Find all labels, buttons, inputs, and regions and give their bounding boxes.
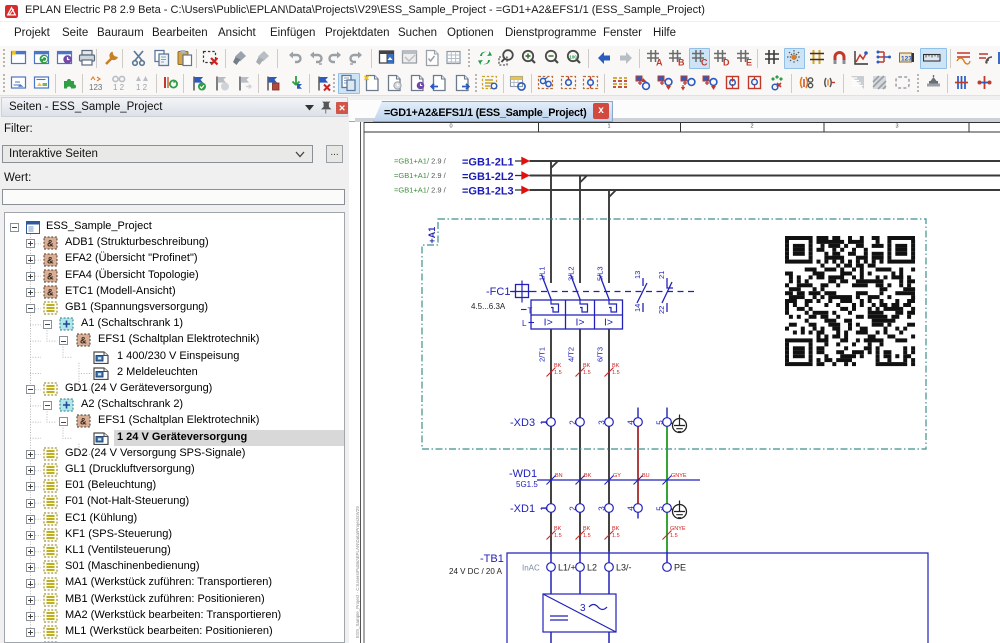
svg-text:I>: I> <box>575 317 584 329</box>
svg-text:1.5: 1.5 <box>554 370 562 376</box>
svg-text:1.5: 1.5 <box>670 533 678 539</box>
svg-text:=GB1-2L1: =GB1-2L1 <box>462 157 514 169</box>
svg-text:1.5: 1.5 <box>612 370 620 376</box>
svg-text:BK: BK <box>583 526 591 532</box>
svg-text:1.5: 1.5 <box>554 533 562 539</box>
svg-text:&: & <box>80 336 87 346</box>
svg-text:+A1: +A1 <box>427 227 437 244</box>
svg-text:100: 100 <box>569 55 577 60</box>
svg-text:L: L <box>522 319 527 328</box>
svg-text:BK: BK <box>612 363 620 369</box>
svg-text:1: 1 <box>540 420 549 425</box>
svg-text:4: 4 <box>627 420 636 425</box>
svg-text:14: 14 <box>633 304 642 312</box>
svg-text:5/L3: 5/L3 <box>596 266 605 281</box>
svg-text:&: & <box>47 272 54 282</box>
svg-text:B: B <box>678 58 685 68</box>
svg-text:L2: L2 <box>587 563 597 573</box>
svg-text:BK: BK <box>554 363 562 369</box>
svg-text:GNYE: GNYE <box>670 526 686 532</box>
svg-text:T: T <box>528 307 533 316</box>
svg-text:21: 21 <box>657 271 666 279</box>
svg-text:=GB1-2L2: =GB1-2L2 <box>462 171 514 183</box>
svg-text:BU: BU <box>642 473 650 479</box>
svg-text:1 2: 1 2 <box>136 83 148 92</box>
svg-text:1: 1 <box>540 506 549 511</box>
svg-text:E: E <box>746 58 752 68</box>
svg-text:PE: PE <box>674 563 686 573</box>
svg-text:GNYE: GNYE <box>671 473 687 479</box>
svg-text:A: A <box>656 58 663 68</box>
svg-text:1 2: 1 2 <box>113 83 125 92</box>
svg-text:3/L2: 3/L2 <box>567 266 576 281</box>
svg-text:5G1.5: 5G1.5 <box>516 480 538 489</box>
svg-text:2/T1: 2/T1 <box>538 347 547 362</box>
svg-text:-FC1: -FC1 <box>486 286 510 298</box>
svg-text:-WD1: -WD1 <box>509 468 537 480</box>
svg-text:4: 4 <box>627 506 636 511</box>
svg-text:BK: BK <box>612 526 620 532</box>
svg-text:4.5...6.3A: 4.5...6.3A <box>471 302 506 311</box>
svg-text:-TB1: -TB1 <box>480 553 504 565</box>
svg-text:2: 2 <box>569 420 578 425</box>
svg-text:=GB1+A1/ 2.9 /: =GB1+A1/ 2.9 / <box>394 186 447 195</box>
svg-text:1: 1 <box>607 124 610 130</box>
svg-text:3: 3 <box>598 420 607 425</box>
svg-text:BK: BK <box>584 473 592 479</box>
svg-text:2: 2 <box>750 124 753 130</box>
svg-text:3: 3 <box>895 124 898 130</box>
svg-text:&: & <box>47 239 54 249</box>
svg-text:4/T2: 4/T2 <box>567 347 576 362</box>
svg-text:&: & <box>80 417 87 427</box>
svg-text:-XD3: -XD3 <box>510 417 535 429</box>
svg-text:-XD1: -XD1 <box>510 503 535 515</box>
svg-text:1/L1: 1/L1 <box>538 266 547 281</box>
svg-text:I>: I> <box>604 317 613 329</box>
svg-text:1.5: 1.5 <box>583 370 591 376</box>
svg-text:22: 22 <box>657 306 666 314</box>
svg-text:D: D <box>723 58 730 68</box>
svg-text:=GB1+A1/ 2.9 /: =GB1+A1/ 2.9 / <box>394 171 447 180</box>
svg-text:1.5: 1.5 <box>612 533 620 539</box>
svg-text:2: 2 <box>569 506 578 511</box>
svg-text:BK: BK <box>583 363 591 369</box>
svg-text:123: 123 <box>89 83 103 92</box>
svg-text:24 V DC / 20 A: 24 V DC / 20 A <box>449 567 503 576</box>
svg-text:3: 3 <box>580 603 586 614</box>
svg-text:L1/+: L1/+ <box>558 563 576 573</box>
svg-text:L3/-: L3/- <box>616 563 632 573</box>
svg-text:1.5: 1.5 <box>583 533 591 539</box>
svg-text:&: & <box>47 256 54 266</box>
svg-text:5: 5 <box>656 506 665 511</box>
svg-text:=GB1-2L3: =GB1-2L3 <box>462 186 514 198</box>
svg-text:5: 5 <box>656 420 665 425</box>
svg-text:C: C <box>701 58 708 68</box>
svg-text:13: 13 <box>633 271 642 279</box>
svg-text:I>: I> <box>544 317 553 329</box>
svg-text:&: & <box>47 288 54 298</box>
svg-text:ESS_Sample_Project - C:\Users\: ESS_Sample_Project - C:\Users\Public\EPL… <box>356 506 360 638</box>
svg-text:InAC: InAC <box>522 564 540 573</box>
svg-text:BK: BK <box>554 526 562 532</box>
svg-text:BN: BN <box>555 473 563 479</box>
svg-text:6/T3: 6/T3 <box>596 347 605 362</box>
svg-text:0: 0 <box>449 124 452 130</box>
svg-text:123: 123 <box>901 56 912 63</box>
svg-text:3: 3 <box>598 506 607 511</box>
svg-text:GY: GY <box>613 473 621 479</box>
svg-text:=GB1+A1/ 2.9 /: =GB1+A1/ 2.9 / <box>394 157 447 166</box>
